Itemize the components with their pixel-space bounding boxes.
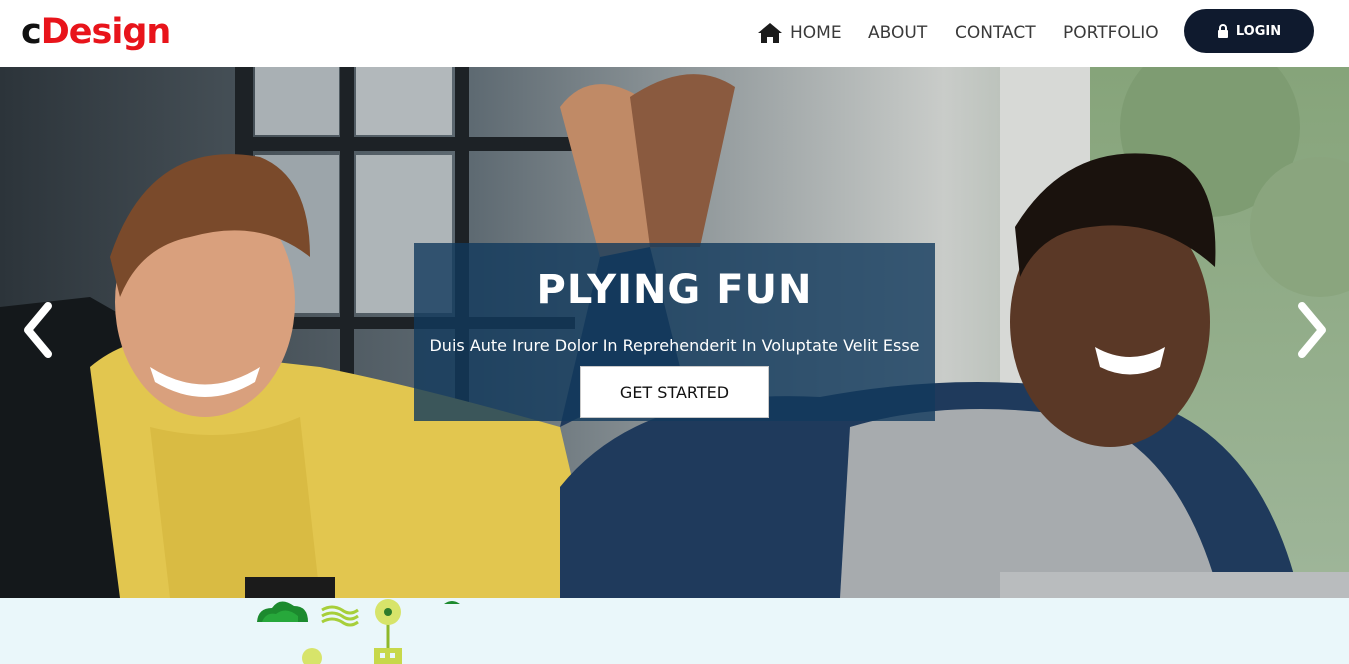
hero-caption: PLYING FUN Duis Aute Irure Dolor In Repr… [414, 243, 935, 421]
main-nav: HOME ABOUT CONTACT PORTFOLIO LOGIN [0, 0, 1349, 67]
site-header: cDesign HOME ABOUT CONTACT PORTFOLIO LOG… [0, 0, 1349, 67]
hero-title: PLYING FUN [536, 267, 813, 313]
nav-home[interactable]: HOME [757, 22, 842, 44]
hero-carousel: PLYING FUN Duis Aute Irure Dolor In Repr… [0, 67, 1349, 598]
hero-subtitle: Duis Aute Irure Dolor In Reprehenderit I… [429, 336, 920, 355]
nav-contact[interactable]: CONTACT [955, 22, 1036, 44]
nav-portfolio[interactable]: PORTFOLIO [1063, 22, 1159, 44]
get-started-button[interactable]: GET STARTED [580, 366, 769, 418]
eco-illustration [257, 599, 460, 664]
carousel-prev-button[interactable] [18, 300, 58, 360]
login-label: LOGIN [1235, 23, 1282, 39]
login-button[interactable]: LOGIN [1184, 9, 1314, 53]
chevron-left-icon [24, 302, 52, 358]
home-icon [758, 23, 782, 43]
lock-icon [1217, 24, 1228, 38]
chevron-right-icon [1298, 302, 1326, 358]
carousel-next-button[interactable] [1292, 300, 1332, 360]
nav-about[interactable]: ABOUT [868, 22, 927, 44]
next-section-preview [0, 598, 1349, 664]
nav-home-label: HOME [790, 23, 842, 43]
